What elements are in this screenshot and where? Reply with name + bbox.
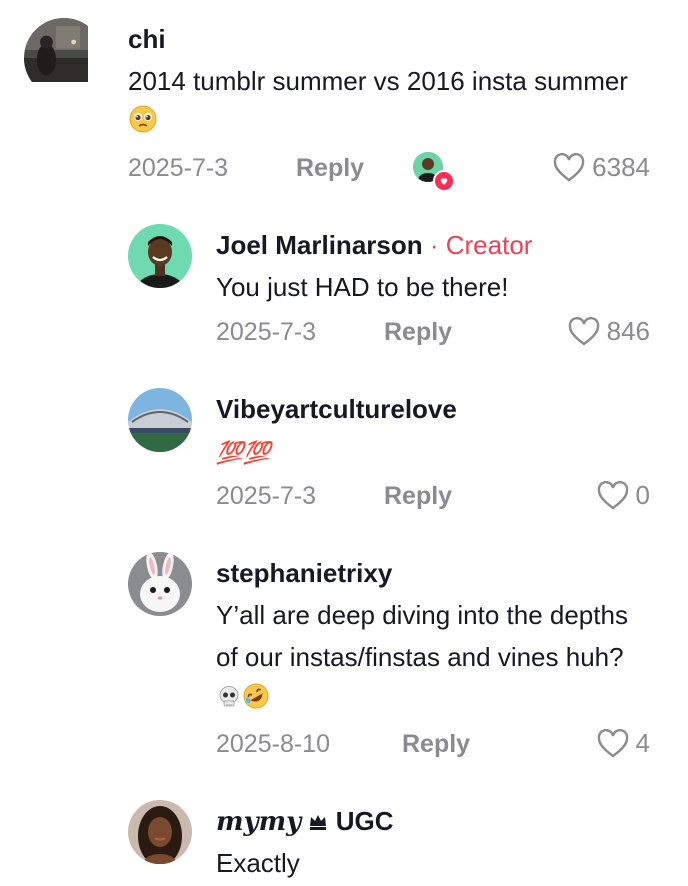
comment-username[interactable]: chi	[128, 24, 166, 55]
heart-outline-icon	[553, 152, 585, 181]
comment-date: 2025-8-10	[216, 730, 330, 758]
like-button[interactable]: 4	[596, 728, 650, 759]
comment-text: 2014 tumblr summer vs 2016 insta summer	[128, 60, 628, 146]
comment-text: Y’all are deep diving into the depths of…	[216, 594, 656, 722]
comment-date: 2025-7-3	[216, 318, 317, 346]
comment-username[interactable]: Vibeyartculturelove	[216, 394, 457, 425]
reply-button[interactable]: Reply	[384, 318, 452, 347]
like-count: 4	[635, 728, 650, 758]
avatar-vibeyart[interactable]	[128, 388, 192, 452]
username-text: Joel Marlinarson	[216, 230, 423, 260]
like-count: 846	[606, 316, 650, 346]
crown-icon	[308, 808, 328, 839]
comment-text: Exactly	[216, 848, 300, 878]
avatar-chi[interactable]	[24, 18, 104, 98]
username-suffix: UGC	[335, 806, 394, 836]
heart-outline-icon	[597, 480, 628, 509]
hundred-points-icon: 💯💯	[216, 430, 271, 474]
skull-icon	[216, 680, 242, 722]
comment-text-body: 2014 tumblr summer vs 2016 insta summer	[128, 66, 628, 96]
comment-date: 2025-7-3	[128, 154, 229, 182]
like-button[interactable]: 0	[596, 480, 650, 511]
comment-date: 2025-7-3	[216, 482, 317, 510]
comment-username[interactable]: 𝒎𝒚𝒎𝒚 UGC	[216, 806, 394, 839]
username-styled: 𝒎𝒚𝒎𝒚	[216, 807, 302, 837]
pleading-face-icon	[128, 104, 158, 146]
comment-username[interactable]: Joel Marlinarson · Creator	[216, 230, 532, 261]
rolling-on-floor-laughing-icon	[242, 680, 270, 722]
comment-text: You just HAD to be there!	[216, 272, 509, 302]
heart-outline-icon	[597, 728, 628, 757]
comment-username[interactable]: stephanietrixy	[216, 558, 392, 589]
like-button[interactable]: 846	[567, 316, 650, 347]
like-count: 6384	[592, 152, 650, 182]
comment-text-body: 💯💯	[216, 440, 271, 465]
heart-outline-icon	[568, 316, 599, 345]
reply-button[interactable]: Reply	[384, 482, 452, 511]
avatar-mymy[interactable]	[128, 800, 192, 864]
avatar-joel[interactable]	[128, 224, 192, 288]
reply-button[interactable]: Reply	[296, 154, 364, 183]
creator-badge: · Creator	[429, 230, 533, 260]
like-count: 0	[635, 480, 650, 510]
comment-text-body: Y’all are deep diving into the depths of…	[216, 600, 628, 672]
creator-liked-heart-icon	[433, 170, 455, 192]
reply-button[interactable]: Reply	[402, 730, 470, 759]
avatar-stephanietrixy[interactable]	[128, 552, 192, 616]
like-button[interactable]: 6384	[552, 152, 650, 183]
